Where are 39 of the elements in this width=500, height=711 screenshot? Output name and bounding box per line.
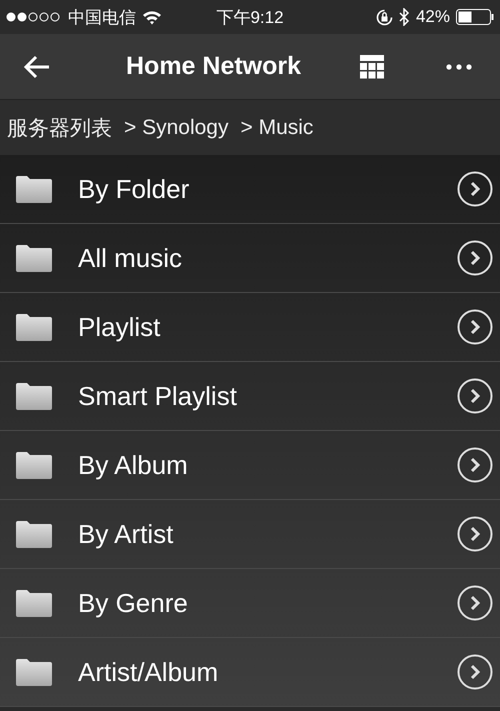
back-arrow-icon[interactable] (23, 54, 51, 78)
menu-item-label[interactable]: By Artist (78, 518, 457, 550)
more-icon[interactable] (446, 64, 472, 70)
folder-icon (16, 382, 52, 410)
folder-icon (16, 658, 52, 686)
wifi-icon (142, 10, 162, 24)
battery-icon (456, 9, 494, 25)
menu-item-label[interactable]: Smart Playlist (78, 380, 457, 412)
chevron-circle-icon[interactable] (457, 654, 493, 690)
clock-time: 下午9:12 (216, 6, 284, 28)
menu-item-label[interactable]: All music (78, 242, 457, 274)
screen-title: Home Network (126, 52, 302, 81)
battery-percent: 42% (416, 7, 450, 27)
folder-icon (16, 176, 52, 202)
folder-icon (16, 452, 52, 478)
chevron-circle-icon[interactable] (457, 516, 493, 552)
chevron-circle-icon[interactable] (457, 585, 493, 621)
folder-icon (16, 244, 52, 272)
breadcrumb-link[interactable]: 服务器列表 (7, 114, 112, 142)
folder-icon (16, 314, 52, 340)
breadcrumb-link[interactable]: > Synology (124, 116, 228, 140)
signal-icon (6, 12, 62, 22)
menu-item-label[interactable]: By Genre (78, 588, 457, 618)
chevron-circle-icon[interactable] (457, 447, 493, 483)
chevron-circle-icon[interactable] (457, 378, 493, 414)
folder-icon (16, 520, 52, 548)
menu-item-label[interactable]: By Album (78, 450, 457, 480)
menu-item-label[interactable]: Playlist (78, 312, 457, 342)
chevron-circle-icon[interactable] (457, 240, 493, 276)
menu-item-label[interactable]: Artist/Album (78, 656, 457, 688)
rotation-lock-icon (376, 8, 393, 26)
folder-icon (16, 590, 52, 616)
carrier-name: 中国电信 (68, 6, 136, 28)
grid-view-icon[interactable] (360, 54, 384, 78)
menu-item-label[interactable]: By Folder (78, 174, 457, 204)
chevron-circle-icon[interactable] (457, 171, 493, 207)
breadcrumb-link[interactable]: > Music (240, 116, 314, 140)
bluetooth-icon (398, 8, 410, 26)
chevron-circle-icon[interactable] (457, 309, 493, 345)
